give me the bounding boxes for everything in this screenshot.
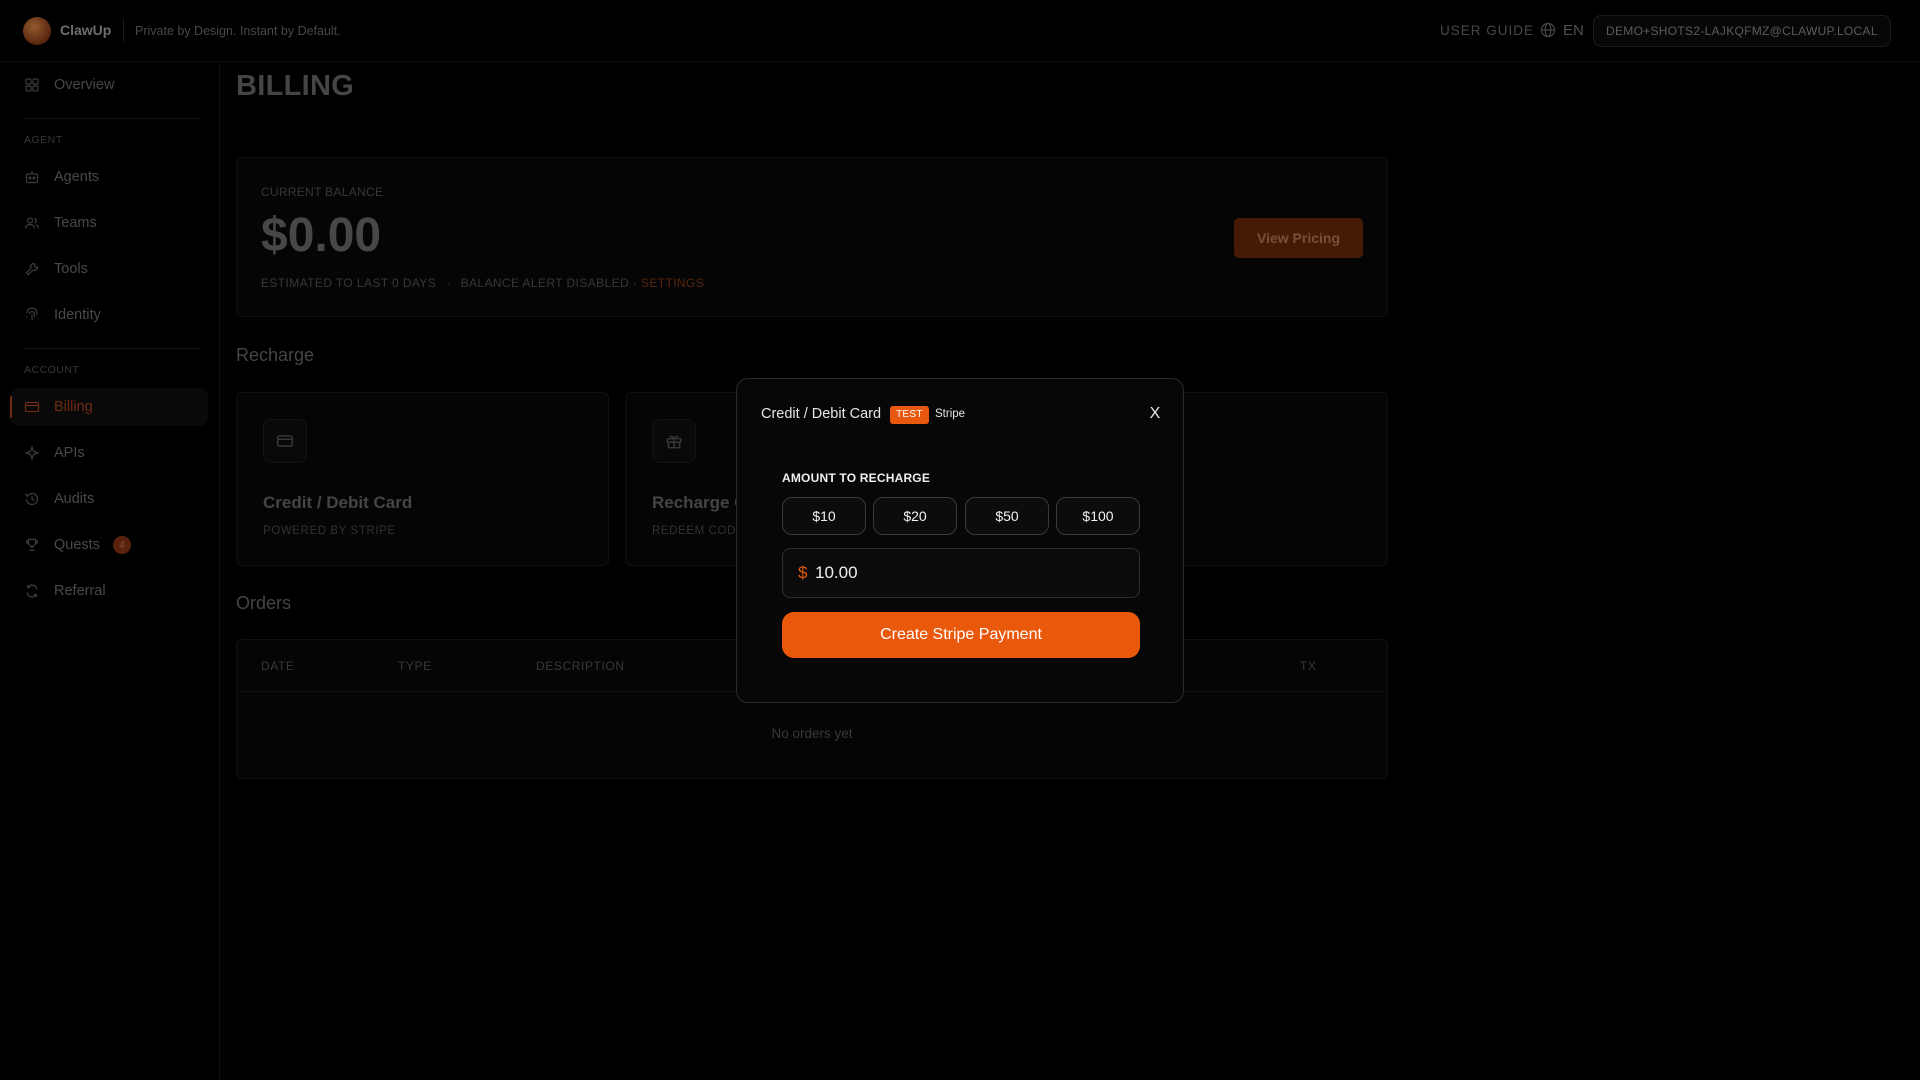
preset-20-button[interactable]: $20 — [873, 497, 957, 535]
preset-100-button[interactable]: $100 — [1056, 497, 1140, 535]
test-mode-badge: TEST — [890, 406, 929, 424]
create-stripe-payment-button[interactable]: Create Stripe Payment — [782, 612, 1140, 658]
dialog-title: Credit / Debit Card — [761, 406, 882, 422]
close-button[interactable]: X — [1145, 403, 1165, 425]
currency-symbol: $ — [798, 563, 808, 582]
amount-input[interactable] — [815, 557, 1115, 589]
preset-50-button[interactable]: $50 — [965, 497, 1049, 535]
amount-field[interactable]: $ — [782, 548, 1140, 598]
recharge-dialog: Credit / Debit Card TEST Stripe X AMOUNT… — [736, 378, 1184, 703]
amount-label: AMOUNT TO RECHARGE — [782, 471, 931, 485]
provider-label: Stripe — [935, 408, 966, 420]
preset-10-button[interactable]: $10 — [782, 497, 866, 535]
